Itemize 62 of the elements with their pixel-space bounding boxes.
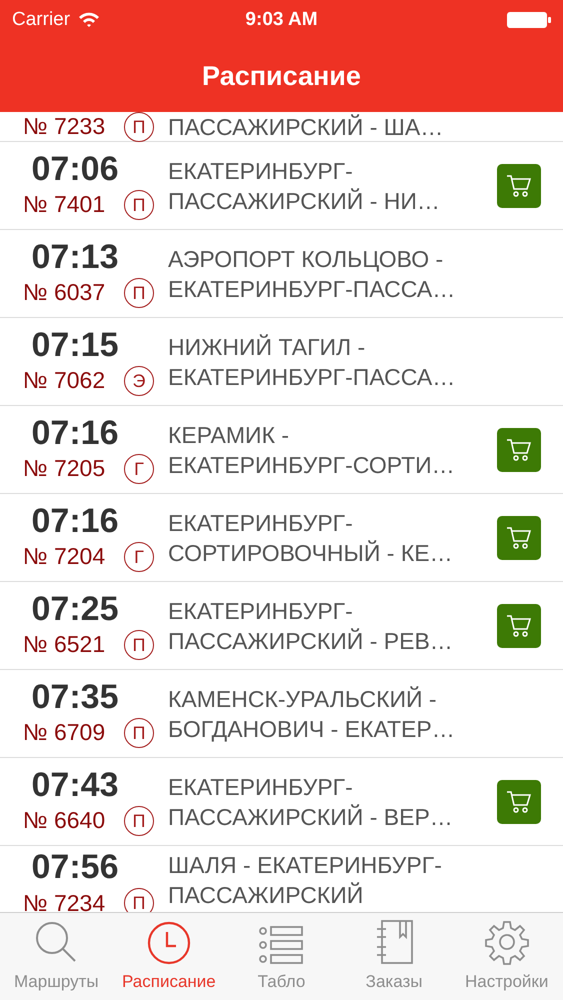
train-type: П xyxy=(124,278,154,308)
train-type: П xyxy=(124,630,154,660)
status-time: 9:03 AM xyxy=(245,8,318,32)
cart-icon xyxy=(505,788,533,814)
train-type: П xyxy=(124,112,154,142)
cart-icon xyxy=(505,172,533,198)
screen-title: Расписание xyxy=(202,60,361,93)
cart-button[interactable] xyxy=(497,780,541,824)
train-number: № 7062 xyxy=(22,369,106,392)
cart-button[interactable] xyxy=(497,604,541,648)
wifi-icon xyxy=(78,12,100,28)
train-number: № 7205 xyxy=(22,457,106,480)
settings-icon xyxy=(484,918,530,964)
train-type: П xyxy=(124,806,154,836)
departure-time: 07:35 xyxy=(32,680,118,714)
tab[interactable]: Заказы xyxy=(338,913,450,1000)
clock-icon xyxy=(146,920,191,964)
route-text: ПАССАЖИРСКИЙ - ША… xyxy=(168,112,444,142)
train-type: П xyxy=(124,718,154,748)
cart-button[interactable] xyxy=(497,164,541,208)
route-text: ЕКАТЕРИНБУРГ- ПАССАЖИРСКИЙ - РЕВ… xyxy=(168,596,454,656)
train-type: Г xyxy=(124,454,154,484)
notebook-icon xyxy=(374,918,414,964)
tab[interactable]: Маршруты xyxy=(0,913,113,1000)
train-type: Э xyxy=(124,366,154,396)
cart-icon xyxy=(505,524,533,550)
departure-time: 07:43 xyxy=(32,768,118,802)
train-number: № 7233 xyxy=(22,115,106,138)
train-number: № 7234 xyxy=(22,892,106,912)
train-type: Г xyxy=(124,542,154,572)
route-text: ШАЛЯ - ЕКАТЕРИНБУРГ- ПАССАЖИРСКИЙ xyxy=(168,851,443,910)
train-number: № 6709 xyxy=(22,721,106,744)
departure-time: 07:06 xyxy=(32,152,118,186)
tab[interactable]: Табло xyxy=(225,913,338,1000)
route-text: АЭРОПОРТ КОЛЬЦОВО - ЕКАТЕРИНБУРГ-ПАССА… xyxy=(168,244,456,304)
cart-icon xyxy=(505,612,533,638)
cart-button[interactable] xyxy=(497,516,541,560)
train-number: № 6037 xyxy=(22,281,106,304)
train-number: № 7204 xyxy=(22,545,106,568)
departure-time: 07:16 xyxy=(32,416,118,450)
departure-time: 07:15 xyxy=(32,328,118,362)
route-text: НИЖНИЙ ТАГИЛ - ЕКАТЕРИНБУРГ-ПАССА… xyxy=(168,332,456,392)
cart-icon xyxy=(505,436,533,462)
train-number: № 6640 xyxy=(22,809,106,832)
departure-time: 07:25 xyxy=(32,592,118,626)
departure-time: 07:56 xyxy=(32,850,118,884)
tab[interactable]: Настройки xyxy=(450,913,563,1000)
train-number: № 7401 xyxy=(22,193,106,216)
cart-button[interactable] xyxy=(497,428,541,472)
route-text: ЕКАТЕРИНБУРГ- ПАССАЖИРСКИЙ - ВЕР… xyxy=(168,772,454,832)
battery-icon xyxy=(507,11,551,29)
route-text: КАМЕНСК-УРАЛЬСКИЙ - БОГДАНОВИЧ - ЕКАТЕР… xyxy=(168,684,456,744)
route-text: ЕКАТЕРИНБУРГ- ПАССАЖИРСКИЙ - НИ… xyxy=(168,156,441,216)
route-text: ЕКАТЕРИНБУРГ- СОРТИРОВОЧНЫЙ - КЕ… xyxy=(168,508,454,568)
route-text: КЕРАМИК - ЕКАТЕРИНБУРГ-СОРТИ… xyxy=(168,420,456,480)
carrier-label: Carrier xyxy=(12,8,70,32)
departure-time: 07:13 xyxy=(32,240,118,274)
train-number: № 6521 xyxy=(22,633,106,656)
train-type: П xyxy=(124,190,154,220)
tab[interactable]: Расписание xyxy=(112,913,226,1000)
departure-time: 07:16 xyxy=(32,504,118,538)
list-icon xyxy=(258,924,304,964)
